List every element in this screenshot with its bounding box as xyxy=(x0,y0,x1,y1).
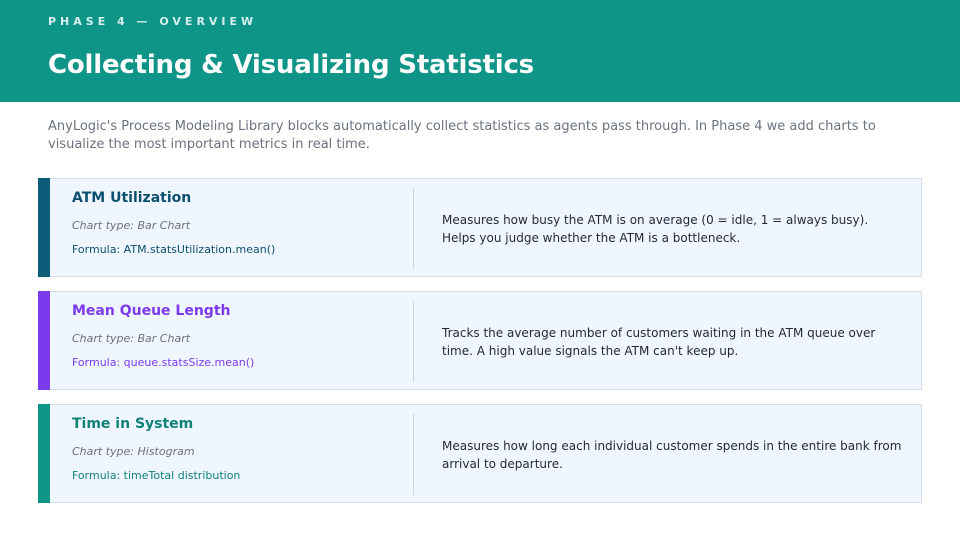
card-accent-bar xyxy=(38,178,50,277)
chart-type: Chart type: Bar Chart xyxy=(72,332,191,345)
card-accent-bar xyxy=(38,291,50,390)
chart-type: Chart type: Histogram xyxy=(72,445,195,458)
header-banner: PHASE 4 — OVERVIEW Collecting & Visualiz… xyxy=(0,0,960,102)
metric-name: ATM Utilization xyxy=(72,190,192,206)
card-divider xyxy=(413,414,414,495)
chart-type: Chart type: Bar Chart xyxy=(72,219,191,232)
formula: Formula: timeTotal distribution xyxy=(72,469,241,482)
metric-description: Measures how long each individual custom… xyxy=(442,439,902,471)
metric-card-mean-queue-length: Mean Queue Length Chart type: Bar Chart … xyxy=(38,291,922,390)
metric-description: Tracks the average number of customers w… xyxy=(442,326,876,358)
metric-card-time-in-system: Time in System Chart type: Histogram For… xyxy=(38,404,922,503)
card-accent-bar xyxy=(38,404,50,503)
formula: Formula: queue.statsSize.mean() xyxy=(72,356,255,369)
metric-description: Measures how busy the ATM is on average … xyxy=(442,213,869,245)
page-title: Collecting & Visualizing Statistics xyxy=(48,50,534,80)
formula: Formula: ATM.statsUtilization.mean() xyxy=(72,243,276,256)
metric-card-atm-utilization: ATM Utilization Chart type: Bar Chart Fo… xyxy=(38,178,922,277)
metric-name: Mean Queue Length xyxy=(72,303,231,319)
intro-text: AnyLogic's Process Modeling Library bloc… xyxy=(48,119,876,152)
phase-label: PHASE 4 — OVERVIEW xyxy=(48,15,258,28)
card-divider xyxy=(413,188,414,269)
card-divider xyxy=(413,301,414,382)
metric-name: Time in System xyxy=(72,416,194,432)
